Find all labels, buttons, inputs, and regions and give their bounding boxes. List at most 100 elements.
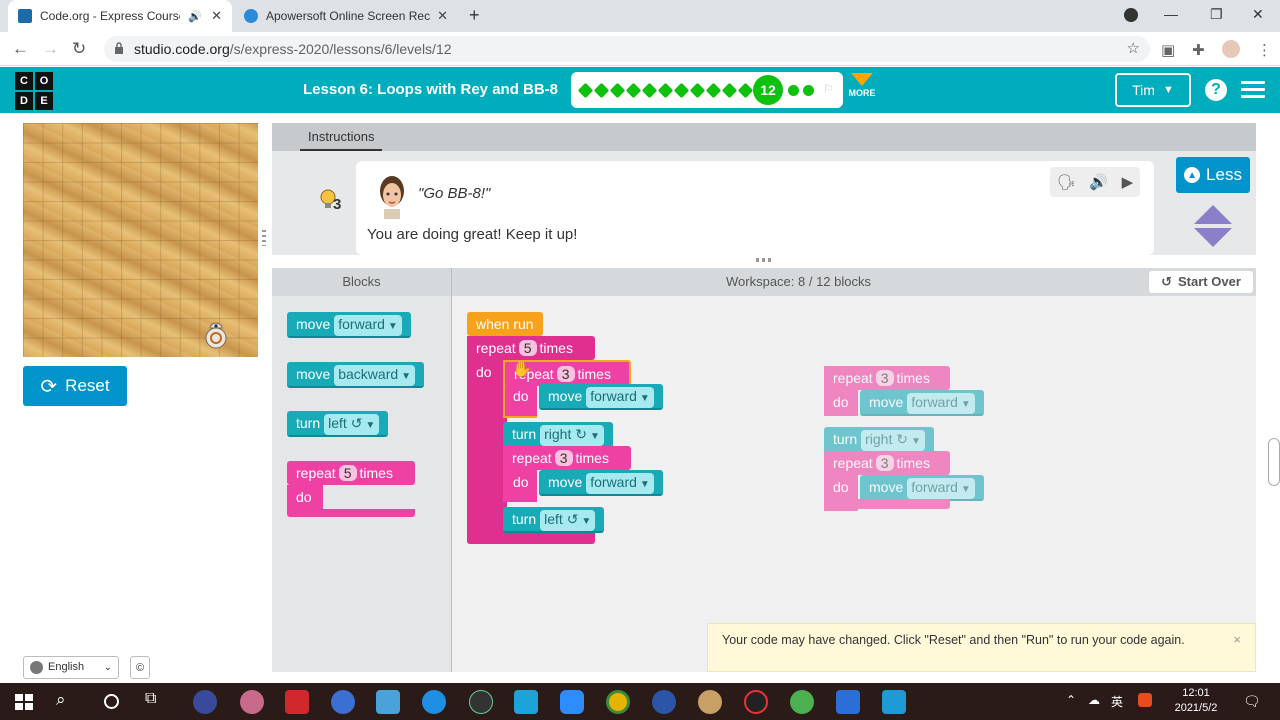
new-tab-button[interactable]: +: [469, 5, 480, 26]
toolbox-move-forward-block[interactable]: move forward ▼: [287, 312, 411, 338]
completed-level-dot[interactable]: [705, 82, 722, 99]
app-icon[interactable]: [698, 690, 722, 714]
completed-level-dot[interactable]: [689, 82, 706, 99]
close-icon[interactable]: ×: [1233, 631, 1241, 648]
turn-left-block[interactable]: turn left ↺ ▼: [503, 507, 605, 533]
app-icon[interactable]: [836, 690, 860, 714]
hint-lightbulb-icon[interactable]: 3: [317, 186, 347, 216]
repeat-count[interactable]: 5: [338, 465, 357, 481]
reset-button[interactable]: ⟳ Reset: [23, 366, 127, 406]
word-icon[interactable]: [652, 690, 676, 714]
repeat-count[interactable]: 3: [875, 370, 894, 386]
app-icon[interactable]: [285, 690, 309, 714]
completed-level-dot[interactable]: [625, 82, 642, 99]
direction-dropdown[interactable]: forward ▼: [586, 387, 654, 408]
completed-level-dot[interactable]: [641, 82, 658, 99]
tab-instructions[interactable]: Instructions: [300, 123, 383, 151]
detached-move-forward-block[interactable]: move forward ▼: [860, 475, 984, 501]
detached-repeat-b-block[interactable]: repeat 3 times: [824, 451, 950, 475]
completed-level-dot[interactable]: [673, 82, 690, 99]
ime-indicator[interactable]: 英: [1111, 693, 1123, 710]
forward-arrow-icon[interactable]: →: [42, 39, 59, 59]
outer-repeat-block[interactable]: repeat 5 times: [467, 336, 595, 360]
direction-dropdown[interactable]: backward ▼: [334, 365, 416, 386]
completed-level-dot[interactable]: [721, 82, 738, 99]
cloud-icon[interactable]: ☁: [1088, 693, 1100, 707]
edge-browser-icon[interactable]: [422, 690, 446, 714]
notification-icon[interactable]: 🗨: [1243, 693, 1261, 710]
back-arrow-icon[interactable]: ←: [12, 39, 29, 59]
bookmark-star-icon[interactable]: ☆: [1127, 36, 1140, 62]
tray-chevron-up-icon[interactable]: ⌃: [1066, 693, 1076, 707]
more-levels-button[interactable]: MORE: [846, 73, 878, 98]
completed-level-dot[interactable]: [737, 82, 754, 99]
repeat-count[interactable]: 3: [875, 455, 894, 471]
close-tab-icon[interactable]: ✕: [211, 8, 222, 24]
detached-move-forward-block[interactable]: move forward ▼: [860, 390, 984, 416]
app-tray-icon[interactable]: [1138, 693, 1152, 707]
cortana-icon[interactable]: [100, 690, 124, 714]
toolbox-move-backward-block[interactable]: move backward ▼: [287, 362, 425, 388]
upcoming-level-dot[interactable]: [788, 85, 799, 96]
extension-icon[interactable]: ▣: [1161, 41, 1175, 59]
app-icon[interactable]: [240, 690, 264, 714]
direction-dropdown[interactable]: left ↺ ▼: [324, 414, 380, 435]
less-button[interactable]: ▲ Less: [1176, 157, 1250, 193]
profile-menu-icon[interactable]: [1124, 8, 1138, 22]
inner-repeat-2-block[interactable]: repeat 3 times: [503, 446, 631, 470]
direction-dropdown[interactable]: left ↺ ▼: [540, 510, 596, 531]
lesson-title[interactable]: Lesson 6: Loops with Rey and BB-8: [303, 81, 558, 98]
direction-dropdown[interactable]: forward ▼: [907, 478, 975, 499]
detached-block-stack[interactable]: repeat 3 times do move forward ▼ turn right ↻…: [824, 366, 1004, 516]
browser-menu-icon[interactable]: ⋮: [1257, 41, 1272, 59]
app-icon[interactable]: [790, 690, 814, 714]
direction-dropdown[interactable]: forward ▼: [586, 473, 654, 494]
code-org-logo[interactable]: C O D E: [14, 71, 54, 111]
tab-apowersoft[interactable]: Apowersoft Online Screen Rec ✕: [234, 0, 458, 32]
repeat-count[interactable]: 5: [518, 340, 537, 356]
instructions-resize-handle[interactable]: [756, 258, 772, 262]
user-menu-button[interactable]: Tim ▼: [1115, 73, 1191, 107]
hamburger-menu-icon[interactable]: [1241, 81, 1265, 99]
detached-turn-right-block[interactable]: turn right ↻ ▼: [824, 427, 934, 453]
profile-avatar-icon[interactable]: [1222, 40, 1240, 58]
language-select[interactable]: English ⌄: [23, 656, 119, 679]
completed-level-dot[interactable]: [577, 82, 594, 99]
copyright-button[interactable]: ©: [130, 656, 150, 679]
completed-level-dot[interactable]: [609, 82, 626, 99]
pane-resize-handle[interactable]: [262, 230, 266, 246]
window-close-icon[interactable]: ✕: [1252, 6, 1264, 23]
upcoming-level-dot[interactable]: [803, 85, 814, 96]
direction-dropdown[interactable]: forward ▼: [334, 315, 402, 336]
windows-start-icon[interactable]: [12, 690, 36, 714]
close-tab-icon[interactable]: ✕: [437, 8, 448, 24]
start-over-button[interactable]: ↺ Start Over: [1149, 271, 1253, 293]
page-scrollbar[interactable]: [1268, 438, 1280, 486]
direction-dropdown[interactable]: right ↻ ▼: [861, 430, 925, 451]
help-icon[interactable]: ?: [1205, 79, 1227, 101]
completed-level-dot[interactable]: [657, 82, 674, 99]
task-view-icon[interactable]: ⧉: [145, 690, 169, 714]
tab-code-org[interactable]: Code.org - Express Course 🔊 ✕: [8, 0, 232, 32]
chrome-browser-icon[interactable]: [606, 690, 630, 714]
app-icon[interactable]: [376, 690, 400, 714]
finish-flag-icon[interactable]: ⚐: [823, 82, 834, 96]
play-icon[interactable]: ▶: [1122, 173, 1134, 191]
toolbox-repeat-block[interactable]: repeat 5 times do: [287, 461, 415, 519]
apowersoft-recorder-icon[interactable]: [882, 690, 906, 714]
recorder-icon[interactable]: [744, 690, 768, 714]
text-to-speech-icon[interactable]: 🗣: [1057, 173, 1076, 191]
app-icon[interactable]: [514, 690, 538, 714]
move-forward-block[interactable]: move forward ▼: [539, 470, 663, 496]
volume-icon[interactable]: 🔊: [1089, 173, 1108, 191]
app-icon[interactable]: [193, 690, 217, 714]
zoom-icon[interactable]: [560, 690, 584, 714]
search-icon[interactable]: ⌕: [56, 690, 80, 714]
move-forward-block[interactable]: move forward ▼: [539, 384, 663, 410]
direction-dropdown[interactable]: right ↻ ▼: [540, 425, 604, 446]
app-icon[interactable]: [331, 690, 355, 714]
completed-level-dot[interactable]: [593, 82, 610, 99]
minimize-icon[interactable]: —: [1164, 6, 1178, 22]
detached-repeat-a-block[interactable]: repeat 3 times: [824, 366, 950, 390]
repeat-count[interactable]: 3: [556, 366, 575, 382]
